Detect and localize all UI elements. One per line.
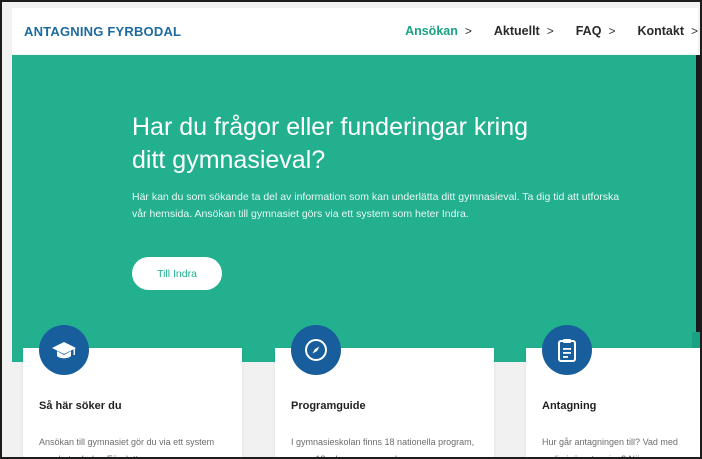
card-programguide[interactable]: Programguide I gymnasieskolan finns 18 n…: [275, 325, 494, 459]
main-nav: Ansökan > Aktuellt > FAQ > Kontakt >: [383, 8, 698, 54]
nav-item-ansokan[interactable]: Ansökan >: [405, 24, 472, 38]
hero-title-line-2: ditt gymnasieval?: [132, 146, 326, 174]
nav-label: Ansökan: [405, 24, 458, 38]
hero-description: Här kan du som sökande ta del av informa…: [132, 191, 620, 220]
nav-item-faq[interactable]: FAQ >: [576, 24, 616, 38]
hero-title: Har du frågor eller funderingar kring di…: [132, 111, 632, 177]
chevron-right-icon: >: [608, 24, 616, 38]
chevron-right-icon: >: [546, 24, 554, 38]
chevron-right-icon: >: [690, 24, 698, 38]
card-icon-circle: [39, 325, 89, 375]
page-frame: ANTAGNING FYRBODAL Ansökan > Aktuellt > …: [0, 0, 702, 459]
nav-item-aktuellt[interactable]: Aktuellt >: [494, 24, 554, 38]
card-title: Programguide: [291, 400, 366, 412]
hero-section: Har du frågor eller funderingar kring di…: [12, 55, 696, 362]
card-text: I gymnasieskolan finns 18 nationella pro…: [291, 437, 475, 459]
card-title: Så här söker du: [39, 400, 122, 412]
nav-item-kontakt[interactable]: Kontakt >: [637, 24, 698, 38]
card-title: Antagning: [542, 400, 597, 412]
till-indra-button[interactable]: Till Indra: [132, 257, 222, 290]
card-icon-circle: [542, 325, 592, 375]
scroll-edge: [696, 55, 700, 362]
chevron-right-icon: >: [464, 24, 472, 38]
compass-icon: [304, 338, 328, 362]
site-logo[interactable]: ANTAGNING FYRBODAL: [24, 24, 181, 39]
clipboard-icon: [557, 338, 577, 362]
graduation-cap-icon: [51, 340, 77, 360]
hero-title-line-1: Har du frågor eller funderingar kring: [132, 113, 529, 141]
card-sa-har-soker-du[interactable]: Så här söker du Ansökan till gymnasiet g…: [23, 325, 242, 459]
nav-label: Aktuellt: [493, 24, 540, 38]
card-text: Hur går antagningen till? Vad med prelim…: [542, 437, 678, 459]
card-antagning[interactable]: Antagning Hur går antagningen till? Vad …: [526, 325, 700, 459]
nav-label: FAQ: [575, 24, 602, 38]
top-navigation-bar: ANTAGNING FYRBODAL Ansökan > Aktuellt > …: [12, 8, 698, 54]
nav-label: Kontakt: [637, 24, 684, 38]
card-text: Ansökan till gymnasiet gör du via ett sy…: [39, 437, 215, 459]
card-icon-circle: [291, 325, 341, 375]
